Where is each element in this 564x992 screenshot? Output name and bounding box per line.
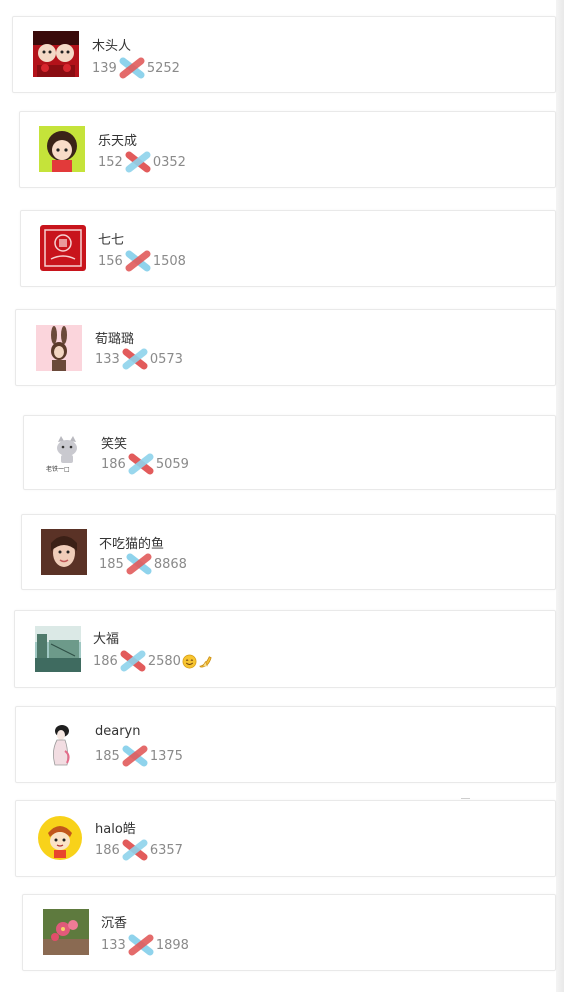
contact-phone: 186 5059 — [101, 453, 189, 475]
yellow-cartoon-avatar-icon — [37, 815, 83, 861]
contact-phone: 133 0573 — [95, 348, 183, 370]
contact-card[interactable]: 荀璐璐 133 0573 — [15, 309, 556, 386]
selfie-girl-avatar-icon — [41, 529, 87, 575]
redaction-mark — [116, 650, 150, 672]
contact-card[interactable]: 不吃猫的鱼 185 8868 — [21, 514, 556, 590]
contact-card[interactable]: dearyn 185 1375 — [15, 706, 556, 783]
red-seal-avatar-icon — [40, 225, 86, 271]
contact-name: 沉香 — [101, 916, 128, 931]
contact-phone: 185 1375 — [95, 745, 183, 767]
contact-name: 七七 — [98, 233, 125, 248]
contact-name: halo皓 — [95, 822, 136, 837]
red-doll-avatar-icon — [33, 31, 79, 77]
phone-suffix: 8868 — [153, 556, 187, 572]
contact-name: 荀璐璐 — [95, 332, 135, 347]
contact-card[interactable]: 七七 156 1508 — [20, 210, 556, 287]
redaction-mark — [124, 934, 158, 956]
redaction-mark — [124, 453, 158, 475]
scrollbar-track[interactable] — [556, 0, 564, 992]
contact-name: 木头人 — [92, 39, 132, 54]
contact-name: 笑笑 — [101, 437, 128, 452]
phone-suffix: 1508 — [152, 253, 186, 269]
redaction-mark — [115, 57, 149, 79]
phone-prefix: 133 — [101, 937, 126, 953]
phone-suffix: 5059 — [155, 456, 189, 472]
phone-suffix: 1375 — [149, 748, 183, 764]
sketch-girl-avatar-icon — [37, 721, 83, 767]
contact-card[interactable]: 木头人 139 5252 — [12, 16, 556, 93]
contact-name: 大福 — [93, 632, 120, 647]
redaction-mark — [118, 348, 152, 370]
contact-card[interactable]: halo皓 186 6357 — [15, 800, 556, 877]
phone-suffix: 0352 — [152, 154, 186, 170]
contact-card[interactable]: 老铁一□ 笑笑 186 5059 — [23, 415, 556, 490]
phone-prefix: 186 — [93, 653, 118, 669]
street-scene-avatar-icon — [35, 626, 81, 672]
contact-card[interactable]: 大福 186 2580 — [14, 610, 556, 688]
contact-name: dearyn — [95, 724, 141, 739]
redaction-mark — [121, 151, 155, 173]
phone-prefix: 139 — [92, 60, 117, 76]
contact-name: 不吃猫的鱼 — [99, 537, 165, 552]
avatar-caption: 老铁一□ — [46, 466, 70, 473]
redaction-mark — [121, 250, 155, 272]
phone-suffix: 6357 — [149, 842, 183, 858]
contact-phone: 133 1898 — [101, 934, 189, 956]
phone-prefix: 186 — [101, 456, 126, 472]
phone-prefix: 133 — [95, 351, 120, 367]
phone-prefix: 185 — [95, 748, 120, 764]
phone-suffix: 0573 — [149, 351, 183, 367]
contact-phone: 186 6357 — [95, 839, 183, 861]
contact-phone: 186 2580 — [93, 650, 213, 672]
contact-phone: 139 5252 — [92, 57, 180, 79]
phone-prefix: 156 — [98, 253, 123, 269]
redaction-mark — [118, 745, 152, 767]
banana-emoji-icon — [198, 654, 213, 669]
smile-emoji-icon — [182, 654, 197, 669]
contact-phone: 156 1508 — [98, 250, 186, 272]
contact-card[interactable]: 沉香 133 1898 — [22, 894, 556, 971]
phone-prefix: 152 — [98, 154, 123, 170]
contact-phone: 152 0352 — [98, 151, 186, 173]
contact-phone: 185 8868 — [99, 553, 187, 575]
phone-suffix: 5252 — [146, 60, 180, 76]
cartoon-girl-avatar-icon — [39, 126, 85, 172]
contact-name: 乐天成 — [98, 134, 138, 149]
phone-prefix: 186 — [95, 842, 120, 858]
phone-suffix: 1898 — [155, 937, 189, 953]
bunny-girl-avatar-icon — [36, 325, 82, 371]
gray-cat-avatar-icon: 老铁一□ — [44, 430, 90, 476]
redaction-mark — [118, 839, 152, 861]
phone-suffix: 2580 — [147, 653, 181, 669]
redaction-mark — [122, 553, 156, 575]
stray-mark — [461, 798, 470, 799]
flower-photo-avatar-icon — [43, 909, 89, 955]
phone-prefix: 185 — [99, 556, 124, 572]
contact-card[interactable]: 乐天成 152 0352 — [19, 111, 556, 188]
